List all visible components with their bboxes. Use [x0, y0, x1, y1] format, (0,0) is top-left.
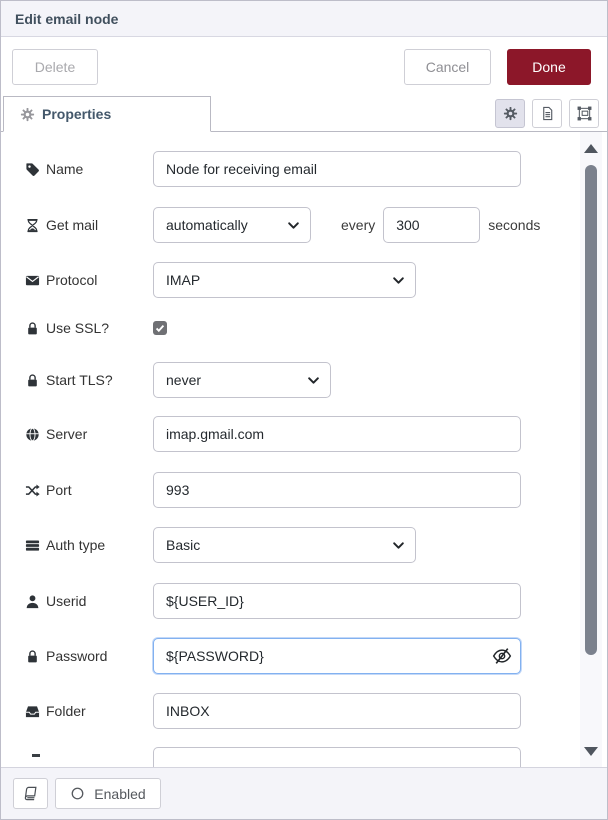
form-scrollbar[interactable]: [580, 132, 602, 769]
server-icon: [25, 538, 40, 553]
scroll-down-arrow-icon[interactable]: [584, 747, 598, 756]
password-label: Password: [46, 648, 107, 664]
use-ssl-field-row: Use SSL?: [1, 310, 167, 346]
cancel-button[interactable]: Cancel: [404, 49, 491, 85]
get-mail-label: Get mail: [46, 217, 98, 233]
folder-input[interactable]: [153, 693, 521, 729]
userid-input[interactable]: [153, 583, 521, 619]
lock-icon: [25, 373, 40, 388]
tab-bar: Properties: [1, 96, 607, 132]
envelope-icon: [25, 273, 40, 288]
chevron-down-icon: [307, 374, 320, 387]
get-mail-select[interactable]: automatically: [153, 207, 311, 243]
auth-type-label: Auth type: [46, 537, 105, 553]
start-tls-select[interactable]: never: [153, 362, 331, 398]
protocol-label: Protocol: [46, 272, 97, 288]
clipped-input[interactable]: [153, 747, 521, 769]
server-input[interactable]: [153, 416, 521, 452]
auth-type-field-row: Auth type Basic: [1, 527, 416, 563]
gear-icon: [503, 106, 518, 121]
protocol-field-row: Protocol IMAP: [1, 262, 416, 298]
use-ssl-checkbox[interactable]: [153, 321, 167, 335]
userid-field-row: Userid: [1, 583, 521, 619]
shuffle-icon: [25, 483, 40, 498]
user-icon: [25, 594, 40, 609]
password-input[interactable]: [153, 638, 521, 674]
enabled-label: Enabled: [94, 786, 145, 802]
userid-label: Userid: [46, 593, 86, 609]
description-view-button[interactable]: [532, 99, 562, 128]
lock-icon: [25, 649, 40, 664]
delete-button[interactable]: Delete: [12, 49, 98, 85]
globe-icon: [25, 427, 40, 442]
clipped-field-row: [1, 747, 521, 769]
use-ssl-label: Use SSL?: [46, 320, 109, 336]
scroll-up-arrow-icon[interactable]: [584, 144, 598, 153]
document-icon: [540, 106, 555, 121]
edit-email-node-dialog: Edit email node Delete Cancel Done Prope…: [0, 0, 608, 820]
folder-label: Folder: [46, 703, 86, 719]
properties-form: Name Get mail automatically every second…: [1, 132, 608, 769]
dialog-button-bar: Delete Cancel Done: [1, 37, 607, 96]
chevron-down-icon: [392, 274, 405, 287]
every-label: every: [341, 217, 375, 233]
chevron-down-icon: [287, 219, 300, 232]
protocol-select[interactable]: IMAP: [153, 262, 416, 298]
chevron-down-icon: [392, 539, 405, 552]
interval-input[interactable]: [383, 207, 480, 243]
tab-properties[interactable]: Properties: [3, 96, 211, 132]
name-input[interactable]: [153, 151, 521, 187]
dialog-title: Edit email node: [15, 11, 118, 27]
start-tls-label: Start TLS?: [46, 372, 113, 388]
start-tls-field-row: Start TLS? never: [1, 362, 331, 398]
dialog-footer: Enabled: [1, 767, 608, 819]
gear-icon: [20, 107, 35, 122]
done-button[interactable]: Done: [507, 49, 591, 85]
dialog-header: Edit email node: [1, 1, 607, 37]
enabled-toggle-button[interactable]: Enabled: [55, 778, 161, 809]
lock-icon: [25, 321, 40, 336]
editor-toolbar: [495, 99, 599, 128]
group-select-icon: [577, 106, 592, 121]
inbox-icon: [25, 704, 40, 719]
eye-slash-icon[interactable]: [492, 646, 512, 666]
seconds-label: seconds: [488, 217, 540, 233]
port-input[interactable]: [153, 472, 521, 508]
auth-type-select[interactable]: Basic: [153, 527, 416, 563]
scrollbar-thumb[interactable]: [585, 165, 597, 655]
name-label: Name: [46, 161, 83, 177]
folder-field-row: Folder: [1, 693, 521, 729]
book-icon: [23, 786, 38, 801]
hourglass-icon: [25, 218, 40, 233]
port-label: Port: [46, 482, 72, 498]
port-field-row: Port: [1, 472, 521, 508]
tag-icon: [25, 162, 40, 177]
docs-button[interactable]: [13, 778, 48, 809]
circle-icon: [70, 786, 85, 801]
server-label: Server: [46, 426, 87, 442]
appearance-view-button[interactable]: [569, 99, 599, 128]
tab-properties-label: Properties: [42, 106, 111, 122]
password-field-row: Password: [1, 638, 521, 674]
name-field-row: Name: [1, 151, 521, 187]
server-field-row: Server: [1, 416, 521, 452]
get-mail-field-row: Get mail automatically every seconds: [1, 207, 540, 243]
properties-view-button[interactable]: [495, 99, 525, 128]
